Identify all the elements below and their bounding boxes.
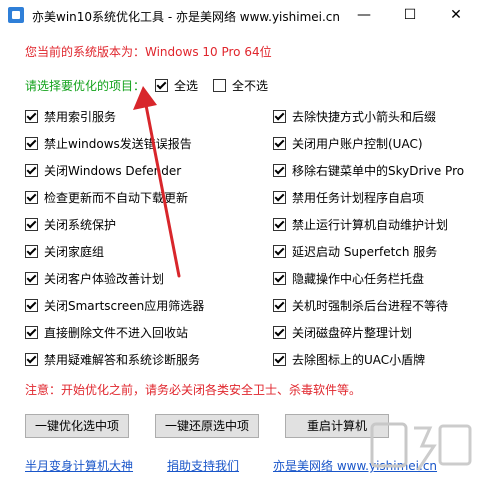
option-label: 直接删除文件不进入回收站 bbox=[44, 326, 189, 340]
minimize-button[interactable]: — bbox=[341, 0, 387, 30]
option-label: 禁用疑难解答和系统诊断服务 bbox=[44, 353, 201, 367]
title-bar: 亦美win10系统优化工具 - 亦是美网络 www.yishimei.cn — … bbox=[0, 0, 479, 30]
checkbox-box[interactable] bbox=[25, 110, 38, 123]
checkbox-box[interactable] bbox=[273, 191, 286, 204]
checkbox-box[interactable] bbox=[25, 245, 38, 258]
maximize-button[interactable]: ☐ bbox=[387, 0, 433, 30]
checkbox-box[interactable] bbox=[25, 218, 38, 231]
option-label: 禁止windows发送错误报告 bbox=[44, 137, 192, 151]
checkbox-box[interactable] bbox=[273, 353, 286, 366]
option-label: 关闭Windows Defender bbox=[44, 164, 182, 178]
option-disable-ceip[interactable]: 关闭客户体验改善计划 bbox=[25, 270, 164, 287]
checkbox-box[interactable] bbox=[273, 137, 286, 150]
checkbox-box[interactable] bbox=[25, 137, 38, 150]
checkbox-box[interactable] bbox=[25, 353, 38, 366]
option-label: 禁止运行计算机自动维护计划 bbox=[292, 218, 449, 232]
option-check-updates-no-download[interactable]: 检查更新而不自动下载更新 bbox=[25, 189, 188, 206]
option-disable-diagnostics[interactable]: 禁用疑难解答和系统诊断服务 bbox=[25, 351, 200, 368]
option-disable-defender[interactable]: 关闭Windows Defender bbox=[25, 162, 181, 179]
option-label: 禁用索引服务 bbox=[44, 110, 117, 124]
option-label: 移除右键菜单中的SkyDrive Pro bbox=[292, 164, 465, 178]
checkbox-box[interactable] bbox=[213, 79, 226, 92]
option-label: 检查更新而不自动下载更新 bbox=[44, 191, 189, 205]
checkbox-box[interactable] bbox=[25, 191, 38, 204]
option-disable-uac[interactable]: 关闭用户账户控制(UAC) bbox=[273, 135, 423, 152]
donate-link[interactable]: 捐助支持我们 bbox=[167, 457, 239, 474]
annotation-arrow bbox=[133, 86, 181, 278]
option-label: 关闭磁盘碎片整理计划 bbox=[292, 326, 413, 340]
option-label: 去除图标上的UAC小盾牌 bbox=[292, 353, 426, 367]
option-label: 关机时强制杀后台进程不等待 bbox=[292, 299, 449, 313]
select-all-checkbox[interactable]: 全选 bbox=[155, 77, 198, 94]
option-label: 关闭用户账户控制(UAC) bbox=[292, 137, 423, 151]
option-disable-auto-maintenance[interactable]: 禁止运行计算机自动维护计划 bbox=[273, 216, 448, 233]
option-label: 关闭客户体验改善计划 bbox=[44, 272, 165, 286]
option-disable-error-report[interactable]: 禁止windows发送错误报告 bbox=[25, 135, 192, 152]
option-delay-superfetch[interactable]: 延迟启动 Superfetch 服务 bbox=[273, 243, 437, 260]
checkbox-box[interactable] bbox=[273, 245, 286, 258]
option-remove-skydrive-menu[interactable]: 移除右键菜单中的SkyDrive Pro bbox=[273, 162, 464, 179]
option-disable-index-service[interactable]: 禁用索引服务 bbox=[25, 108, 116, 125]
guide-link[interactable]: 半月变身计算机大神 bbox=[25, 457, 133, 474]
checkbox-box[interactable] bbox=[273, 326, 286, 339]
option-label: 关闭系统保护 bbox=[44, 218, 117, 232]
checkbox-box[interactable] bbox=[273, 218, 286, 231]
option-label: 关闭家庭组 bbox=[44, 245, 105, 259]
checkbox-box[interactable] bbox=[155, 79, 168, 92]
select-none-label: 全不选 bbox=[232, 79, 269, 93]
warning-notice: 注意：开始优化之前，请务必关闭各类安全卫士、杀毒软件等。 bbox=[25, 383, 362, 397]
option-remove-shortcut-arrow[interactable]: 去除快捷方式小箭头和后缀 bbox=[273, 108, 436, 125]
checkbox-box[interactable] bbox=[25, 272, 38, 285]
restore-selected-button[interactable]: 一键还原选中项 bbox=[155, 414, 259, 438]
option-delete-skip-recycle-bin[interactable]: 直接删除文件不进入回收站 bbox=[25, 324, 188, 341]
app-icon bbox=[8, 7, 24, 23]
window-title: 亦美win10系统优化工具 - 亦是美网络 www.yishimei.cn bbox=[32, 10, 341, 24]
option-label: 禁用任务计划程序自启项 bbox=[292, 191, 425, 205]
option-disable-task-scheduler-startup[interactable]: 禁用任务计划程序自启项 bbox=[273, 189, 424, 206]
system-version-text: 您当前的系统版本为：Windows 10 Pro 64位 bbox=[25, 45, 272, 59]
checkbox-box[interactable] bbox=[25, 299, 38, 312]
option-force-kill-on-shutdown[interactable]: 关机时强制杀后台进程不等待 bbox=[273, 297, 448, 314]
option-label: 去除快捷方式小箭头和后缀 bbox=[292, 110, 437, 124]
option-disable-defrag-schedule[interactable]: 关闭磁盘碎片整理计划 bbox=[273, 324, 412, 341]
restart-computer-button[interactable]: 重启计算机 bbox=[285, 414, 389, 438]
option-label: 隐藏操作中心任务栏托盘 bbox=[292, 272, 425, 286]
checkbox-box[interactable] bbox=[273, 110, 286, 123]
select-none-checkbox[interactable]: 全不选 bbox=[213, 77, 268, 94]
close-button[interactable]: ✕ bbox=[433, 0, 479, 30]
select-all-label: 全选 bbox=[174, 79, 199, 93]
option-label: 关闭Smartscreen应用筛选器 bbox=[44, 299, 205, 313]
option-remove-uac-shield[interactable]: 去除图标上的UAC小盾牌 bbox=[273, 351, 425, 368]
checkbox-box[interactable] bbox=[273, 164, 286, 177]
checkbox-box[interactable] bbox=[25, 326, 38, 339]
website-link[interactable]: 亦是美网络 www.yishimei.cn bbox=[273, 457, 437, 474]
option-hide-action-center-tray[interactable]: 隐藏操作中心任务栏托盘 bbox=[273, 270, 424, 287]
option-disable-system-protection[interactable]: 关闭系统保护 bbox=[25, 216, 116, 233]
option-disable-smartscreen[interactable]: 关闭Smartscreen应用筛选器 bbox=[25, 297, 204, 314]
optimize-selected-button[interactable]: 一键优化选中项 bbox=[25, 414, 129, 438]
checkbox-box[interactable] bbox=[273, 299, 286, 312]
option-label: 延迟启动 Superfetch 服务 bbox=[292, 245, 438, 259]
checkbox-box[interactable] bbox=[25, 164, 38, 177]
select-items-label: 请选择要优化的项目： bbox=[25, 79, 146, 93]
checkbox-box[interactable] bbox=[273, 272, 286, 285]
option-disable-homegroup[interactable]: 关闭家庭组 bbox=[25, 243, 104, 260]
